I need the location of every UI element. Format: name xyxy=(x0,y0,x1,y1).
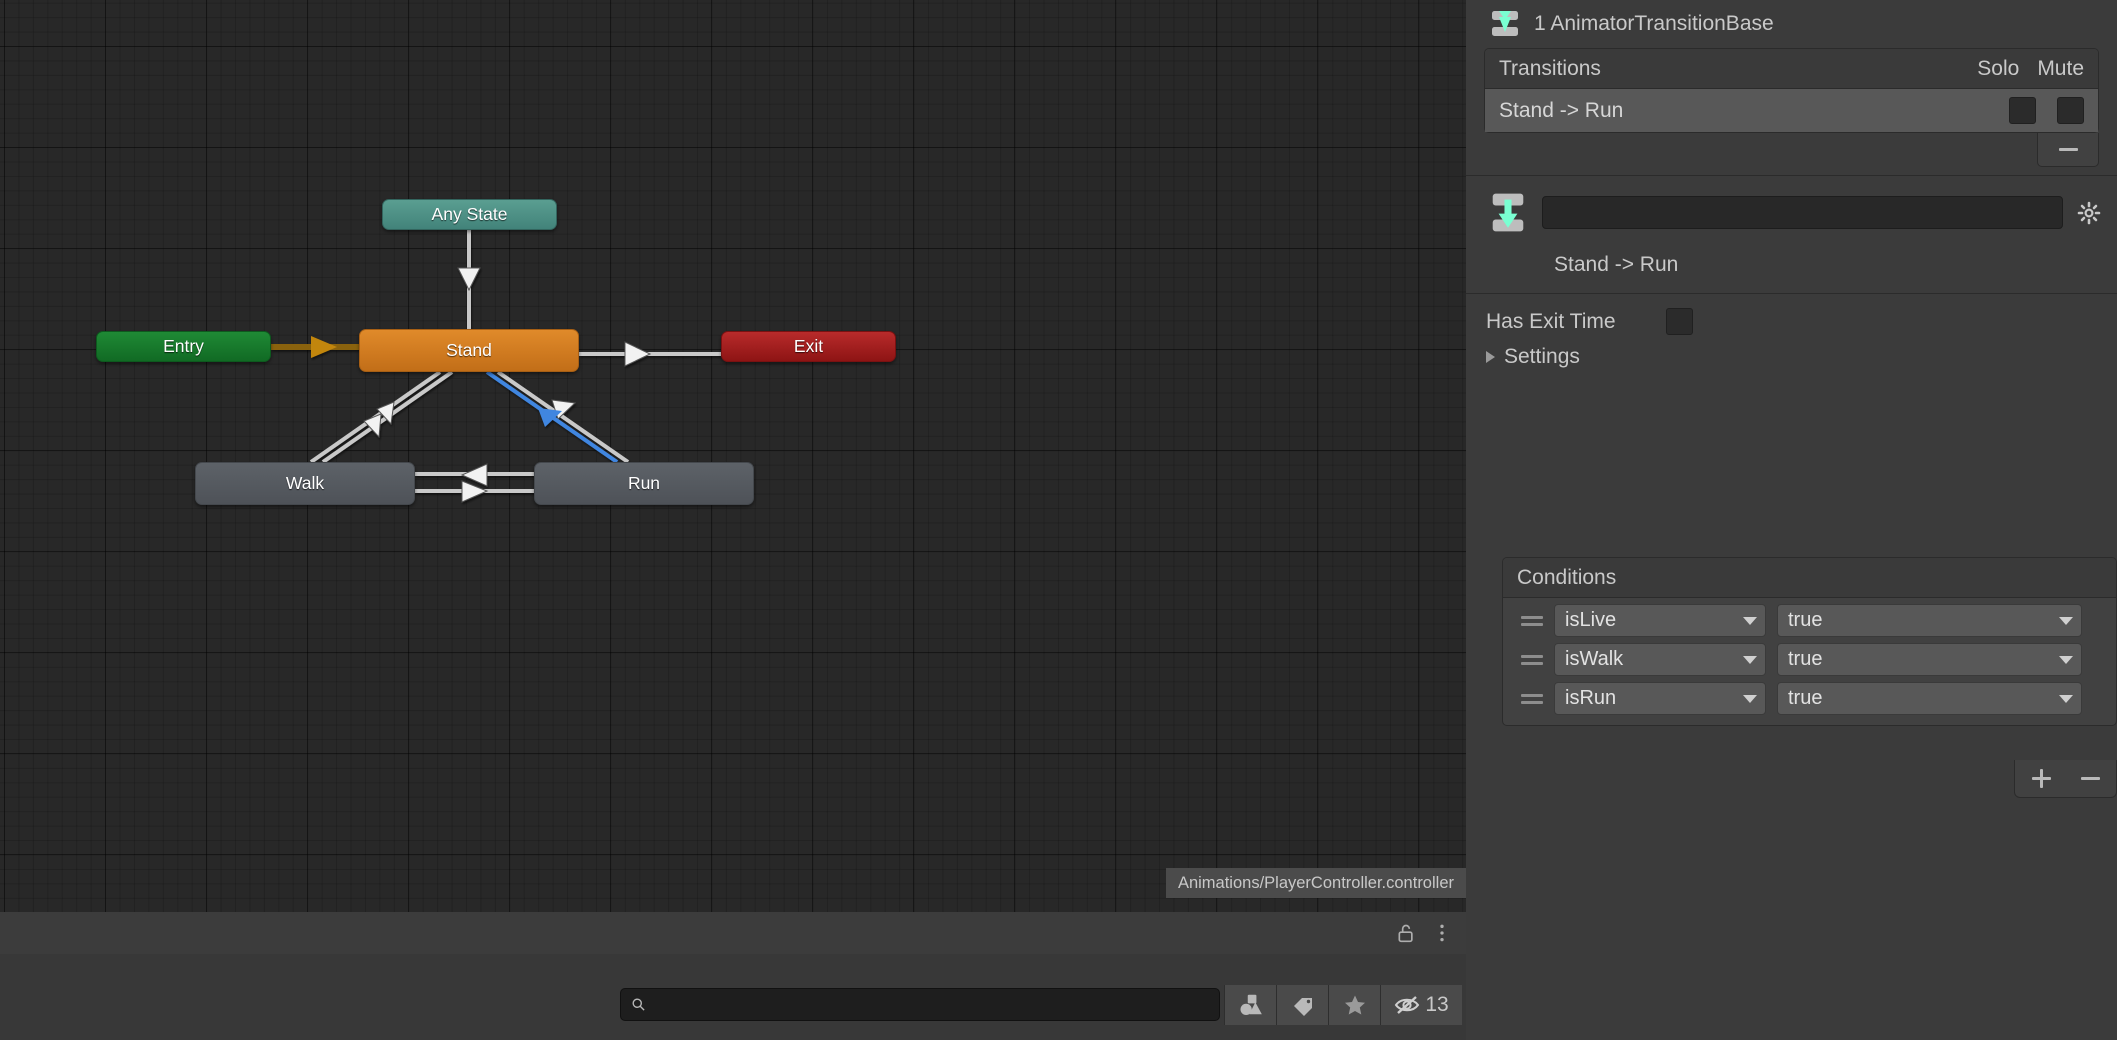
state-node-label: Exit xyxy=(793,336,824,356)
lock-open-icon[interactable] xyxy=(1396,922,1416,944)
chevron-down-icon xyxy=(2059,694,2073,703)
transitions-box: Transitions Solo Mute Stand -> Run xyxy=(1484,48,2099,133)
transition-icon xyxy=(1492,11,1518,36)
state-node-entry[interactable]: Entry xyxy=(96,331,271,362)
conditions-header: Conditions xyxy=(1503,558,2116,598)
condition-value-dropdown[interactable]: true xyxy=(1777,682,2082,715)
graph-toolbar xyxy=(0,912,1466,954)
equals-icon xyxy=(1521,654,1543,665)
transition-edges xyxy=(271,230,721,503)
inspector-title: 1 AnimatorTransitionBase xyxy=(1534,12,1774,35)
condition-parameter-dropdown[interactable]: isWalk xyxy=(1554,643,1766,676)
kebab-menu-icon[interactable] xyxy=(1432,922,1452,944)
hidden-objects-count: 13 xyxy=(1425,993,1449,1016)
eye-off-icon xyxy=(1395,996,1420,1014)
settings-foldout[interactable]: Settings xyxy=(1466,335,2117,369)
chevron-down-icon xyxy=(1743,616,1757,625)
state-node-label: Stand xyxy=(446,340,492,360)
equals-icon xyxy=(1521,693,1543,704)
transition-subtitle: Stand -> Run xyxy=(1554,253,1679,276)
remove-transition-button[interactable] xyxy=(2037,133,2099,167)
transitions-title: Transitions xyxy=(1499,56,1601,80)
condition-parameter-dropdown[interactable]: isRun xyxy=(1554,682,1766,715)
footer-icon-bar: 13 xyxy=(1224,985,1462,1025)
condition-value-label: true xyxy=(1788,648,1823,670)
condition-parameter-dropdown[interactable]: isLive xyxy=(1554,604,1766,637)
has-exit-time-checkbox[interactable] xyxy=(1666,308,1693,335)
chevron-down-icon xyxy=(1743,655,1757,664)
solo-checkbox[interactable] xyxy=(2009,97,2036,124)
equals-icon xyxy=(1521,615,1543,626)
chevron-down-icon xyxy=(1743,694,1757,703)
tag-icon xyxy=(1293,998,1312,1016)
condition-parameter-label: isLive xyxy=(1565,609,1617,631)
search-box[interactable] xyxy=(620,988,1220,1021)
inspector-pane: 1 AnimatorTransitionBase Transitions Sol… xyxy=(1466,0,2117,1040)
search-input[interactable] xyxy=(654,996,1209,1013)
state-node-label: Run xyxy=(627,473,661,493)
state-node-label: Walk xyxy=(285,473,325,493)
has-exit-time-label: Has Exit Time xyxy=(1486,309,1616,333)
gear-icon[interactable] xyxy=(2077,201,2101,225)
inspector-header: 1 AnimatorTransitionBase xyxy=(1466,0,2117,48)
remove-condition-button[interactable] xyxy=(2080,777,2100,780)
shapes-icon xyxy=(1239,994,1262,1015)
state-machine-canvas[interactable]: Any State Entry Stand Exit Walk Run xyxy=(0,0,1466,912)
condition-value-dropdown[interactable]: true xyxy=(1777,643,2082,676)
condition-value-label: true xyxy=(1788,687,1823,709)
conditions-add-remove-tab xyxy=(1502,760,2117,798)
animator-graph-pane: Any State Entry Stand Exit Walk Run Anim… xyxy=(0,0,1466,1040)
mute-column-label: Mute xyxy=(2037,56,2084,80)
condition-row: isRun true xyxy=(1503,676,2116,715)
controller-path-label: Animations/PlayerController.controller xyxy=(1165,868,1466,898)
chevron-down-icon xyxy=(2059,616,2073,625)
solo-column-label: Solo xyxy=(1977,56,2020,80)
condition-parameter-label: isWalk xyxy=(1565,648,1624,670)
star-icon-button[interactable] xyxy=(1328,985,1380,1025)
triangle-right-icon xyxy=(1486,351,1495,363)
state-node-run[interactable]: Run xyxy=(534,462,754,505)
condition-value-dropdown[interactable]: true xyxy=(1777,604,2082,637)
transition-list-item[interactable]: Stand -> Run xyxy=(1485,89,2098,132)
add-condition-button[interactable] xyxy=(2031,769,2051,788)
state-node-walk[interactable]: Walk xyxy=(195,462,415,505)
transition-icon xyxy=(1492,193,1524,232)
star-icon xyxy=(1344,995,1365,1015)
state-node-any-state[interactable]: Any State xyxy=(382,199,557,230)
conditions-box: Conditions isLive true isWalk true isRun… xyxy=(1502,557,2117,726)
chevron-down-icon xyxy=(2059,655,2073,664)
state-node-stand[interactable]: Stand xyxy=(359,329,579,372)
condition-value-label: true xyxy=(1788,609,1823,631)
search-icon xyxy=(632,998,645,1011)
minus-icon xyxy=(2058,148,2078,151)
state-node-label: Any State xyxy=(431,204,508,224)
transition-name-label: Stand -> Run xyxy=(1499,98,1624,122)
transitions-remove-tab xyxy=(1484,133,2099,167)
mute-checkbox[interactable] xyxy=(2057,97,2084,124)
shapes-icon-button[interactable] xyxy=(1224,985,1276,1025)
transition-object-field[interactable] xyxy=(1542,196,2063,229)
state-node-exit[interactable]: Exit xyxy=(721,331,896,362)
tag-icon-button[interactable] xyxy=(1276,985,1328,1025)
condition-row: isLive true xyxy=(1503,598,2116,637)
condition-row: isWalk true xyxy=(1503,637,2116,676)
animator-window: Any State Entry Stand Exit Walk Run Anim… xyxy=(0,0,2117,1040)
transitions-header: Transitions Solo Mute xyxy=(1485,49,2098,89)
transition-object-row xyxy=(1466,176,2117,235)
hidden-objects-button[interactable]: 13 xyxy=(1380,985,1462,1025)
condition-parameter-label: isRun xyxy=(1565,687,1617,709)
conditions-title: Conditions xyxy=(1517,565,1617,589)
has-exit-time-row: Has Exit Time xyxy=(1466,294,2117,335)
settings-label: Settings xyxy=(1504,345,1580,368)
state-node-label: Entry xyxy=(163,336,204,356)
